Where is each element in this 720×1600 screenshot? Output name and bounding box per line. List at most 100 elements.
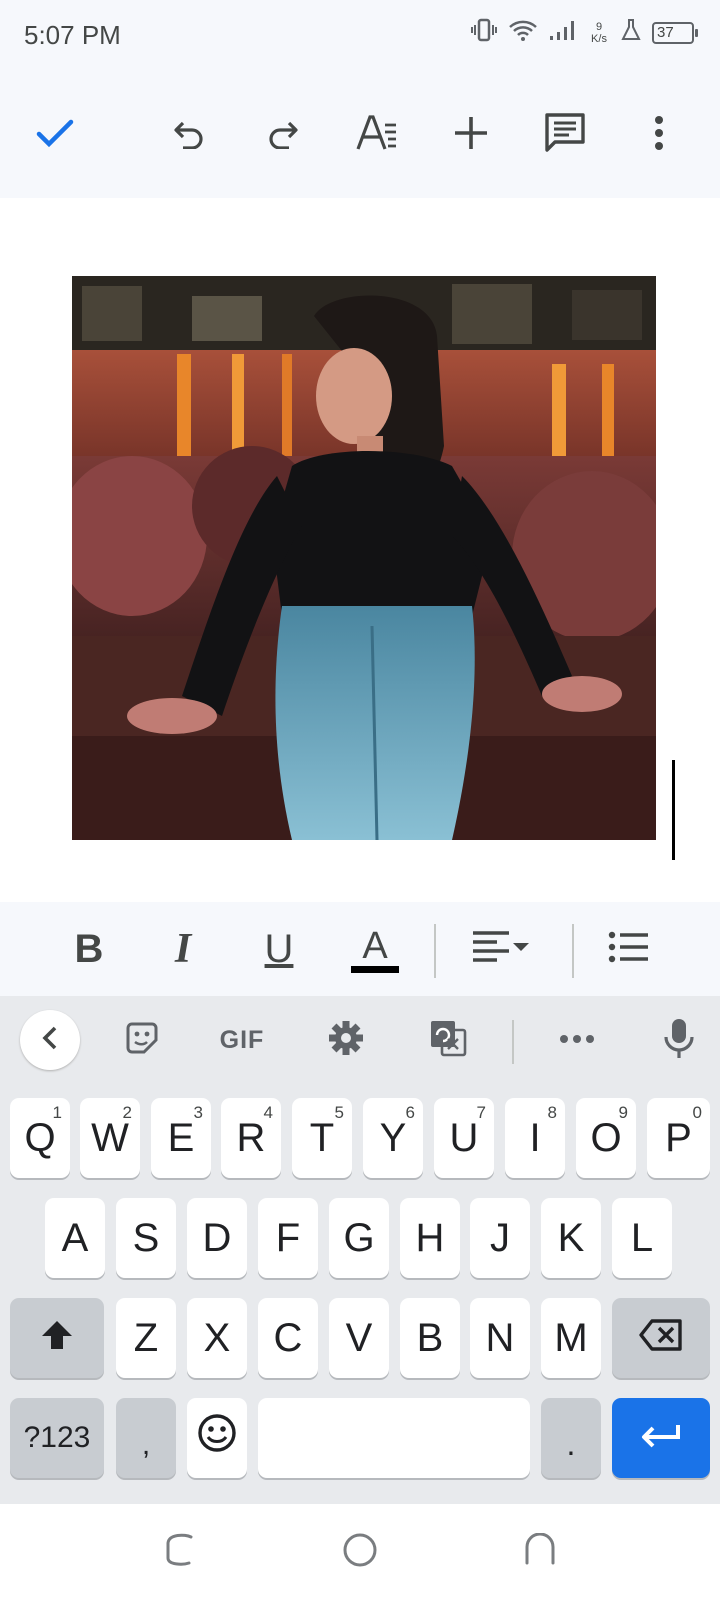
text-color-label: A (362, 924, 388, 967)
key-q[interactable]: Q1 (10, 1098, 70, 1178)
recents-button[interactable] (158, 1530, 202, 1574)
gif-button[interactable]: GIF (212, 1010, 272, 1070)
keyboard-more-button[interactable] (552, 1010, 602, 1070)
battery-icon: 37 (652, 21, 698, 44)
text-color-button[interactable]: A (346, 922, 404, 976)
chevron-left-icon (41, 1025, 59, 1056)
gif-label: GIF (219, 1025, 265, 1054)
text-format-button[interactable] (352, 110, 402, 160)
key-h[interactable]: H (400, 1198, 460, 1278)
keyboard-collapse-button[interactable] (20, 1010, 80, 1070)
more-horiz-icon (559, 1031, 595, 1049)
more-vert-icon (653, 115, 665, 156)
key-k[interactable]: K (541, 1198, 601, 1278)
key-g[interactable]: G (329, 1198, 389, 1278)
sticker-button[interactable] (118, 1010, 166, 1070)
shift-key[interactable] (10, 1298, 104, 1378)
back-icon (523, 1532, 557, 1572)
check-icon (35, 117, 75, 154)
key-v[interactable]: V (329, 1298, 389, 1378)
enter-icon (640, 1416, 682, 1461)
comment-icon (544, 112, 586, 159)
key-o[interactable]: O9 (576, 1098, 636, 1178)
signal-icon (548, 18, 578, 47)
format-divider (434, 924, 436, 978)
text-cursor (672, 760, 675, 860)
done-button[interactable] (30, 110, 80, 160)
key-s[interactable]: S (116, 1198, 176, 1278)
document-canvas[interactable] (0, 198, 720, 902)
soft-keyboard: GIF Q1 W2 E3 R4 T5 Y6 U7 I8 O9 P 0 A S D… (0, 996, 720, 1504)
key-x[interactable]: X (187, 1298, 247, 1378)
bold-label: B (74, 926, 104, 971)
status-bar: 5:07 PM 9 K/s 37 (0, 0, 720, 72)
key-i[interactable]: I8 (505, 1098, 565, 1178)
key-l[interactable]: L (612, 1198, 672, 1278)
key-n[interactable]: N (470, 1298, 530, 1378)
key-m[interactable]: M (541, 1298, 601, 1378)
symbols-key[interactable]: ?123 (10, 1398, 104, 1478)
text-color-swatch (351, 965, 399, 973)
recents-icon (163, 1533, 197, 1572)
emoji-key[interactable] (187, 1398, 247, 1478)
italic-label: I (174, 926, 192, 972)
align-left-icon (471, 929, 511, 970)
backspace-icon (639, 1316, 683, 1361)
key-p[interactable]: P0 (647, 1098, 710, 1178)
undo-button[interactable] (164, 110, 214, 160)
comment-button[interactable] (540, 110, 590, 160)
format-divider (572, 924, 574, 978)
key-c[interactable]: C (258, 1298, 318, 1378)
dropdown-arrow-icon (511, 940, 531, 958)
italic-button[interactable]: I (156, 922, 210, 976)
space-key[interactable] (258, 1398, 530, 1478)
key-z[interactable]: Z (116, 1298, 176, 1378)
more-options-button[interactable] (634, 110, 684, 160)
vibrate-icon (470, 18, 498, 47)
key-f[interactable]: F (258, 1198, 318, 1278)
keyboard-toolbar: GIF (0, 996, 720, 1084)
key-y[interactable]: Y6 (363, 1098, 423, 1178)
sticker-icon (124, 1020, 160, 1061)
inserted-photo[interactable] (72, 276, 656, 840)
alignment-button[interactable] (466, 922, 536, 976)
keyboard-toolbar-divider (512, 1020, 514, 1064)
key-u[interactable]: U7 (434, 1098, 494, 1178)
insert-button[interactable] (446, 110, 496, 160)
translate-button[interactable] (424, 1010, 472, 1070)
redo-button[interactable] (258, 110, 308, 160)
status-time: 5:07 PM (24, 20, 121, 50)
docs-toolbar (0, 72, 720, 198)
voice-input-button[interactable] (656, 1010, 702, 1070)
flask-icon (620, 18, 642, 47)
period-key[interactable]: . (541, 1398, 601, 1478)
key-t[interactable]: T5 (292, 1098, 352, 1178)
comma-key[interactable]: , (116, 1398, 176, 1478)
wifi-icon (508, 18, 538, 47)
key-r[interactable]: R4 (221, 1098, 281, 1178)
underline-label: U (264, 926, 294, 971)
undo-icon (171, 117, 207, 154)
status-icons: 9 K/s 37 (470, 18, 698, 47)
format-bar: B I U A (0, 902, 720, 996)
back-button[interactable] (518, 1530, 562, 1574)
underline-button[interactable]: U (252, 922, 306, 976)
key-w[interactable]: W2 (80, 1098, 140, 1178)
key-d[interactable]: D (187, 1198, 247, 1278)
redo-icon (265, 117, 301, 154)
bulleted-list-button[interactable] (604, 922, 654, 976)
keyboard-settings-button[interactable] (322, 1010, 370, 1070)
backspace-key[interactable] (612, 1298, 710, 1378)
gear-icon (327, 1019, 365, 1062)
emoji-icon (197, 1413, 237, 1463)
home-button[interactable] (338, 1530, 382, 1574)
key-a[interactable]: A (45, 1198, 105, 1278)
key-j[interactable]: J (470, 1198, 530, 1278)
system-nav-bar (0, 1504, 720, 1600)
key-b[interactable]: B (400, 1298, 460, 1378)
network-speed-unit: K/s (591, 32, 607, 45)
enter-key[interactable] (612, 1398, 710, 1478)
bulleted-list-icon (608, 931, 650, 968)
key-e[interactable]: E3 (151, 1098, 211, 1178)
bold-button[interactable]: B (62, 922, 116, 976)
